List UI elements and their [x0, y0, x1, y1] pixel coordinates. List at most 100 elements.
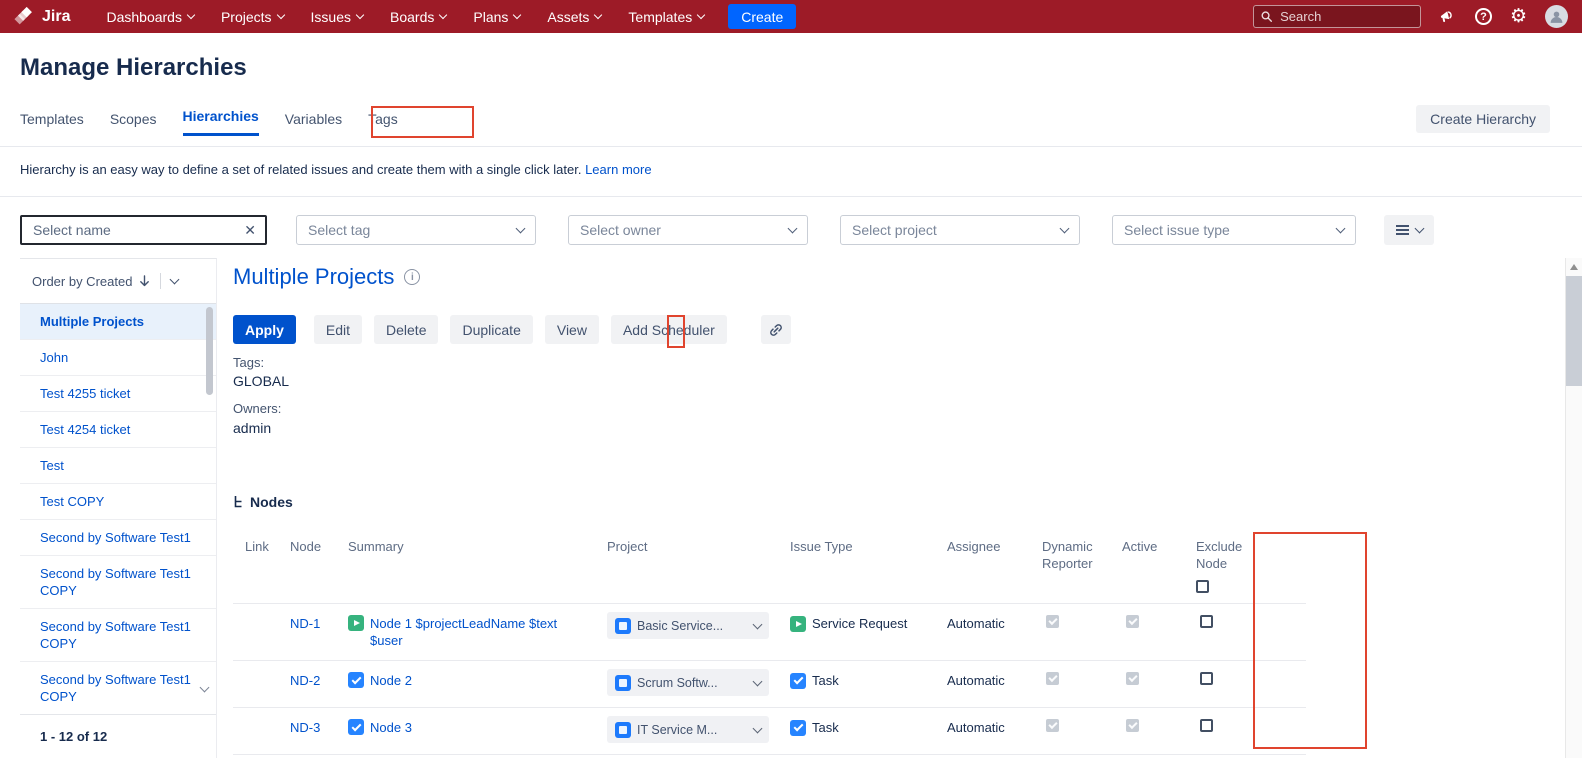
project-avatar-icon	[615, 618, 631, 634]
apply-button[interactable]: Apply	[233, 315, 296, 344]
col-header-dynamic-reporter: Dynamic Reporter	[1042, 538, 1122, 572]
tab-variables[interactable]: Variables	[285, 111, 342, 136]
edit-button[interactable]: Edit	[314, 315, 362, 344]
learn-more-link[interactable]: Learn more	[585, 162, 651, 177]
nav-item-projects[interactable]: Projects	[221, 9, 284, 25]
node-summary-link[interactable]: Node 2	[370, 672, 412, 689]
hierarchy-list-item[interactable]: Second by Software Test1 COPY	[20, 556, 216, 609]
issue-type-value: Task	[812, 672, 839, 689]
chevron-down-icon	[753, 619, 763, 629]
divider	[160, 273, 161, 289]
active-checkbox	[1126, 719, 1139, 732]
megaphone-icon[interactable]	[1439, 9, 1457, 25]
issue-type-filter-select[interactable]: Select issue type	[1112, 215, 1356, 245]
project-dropdown[interactable]: IT Service M...	[607, 716, 769, 743]
chevron-down-icon	[697, 11, 705, 19]
tags-label: Tags:	[233, 355, 264, 370]
hierarchy-list-item[interactable]: Test COPY	[20, 484, 216, 520]
order-by-label: Order by Created	[32, 274, 132, 289]
issue-type-filter-placeholder: Select issue type	[1124, 222, 1337, 238]
jira-logo-icon	[14, 6, 35, 27]
create-button[interactable]: Create	[728, 4, 796, 29]
hierarchy-list-item[interactable]: Test	[20, 448, 216, 484]
user-avatar[interactable]	[1545, 5, 1568, 28]
nav-item-dashboards[interactable]: Dashboards	[106, 9, 194, 25]
topbar-right: ? ⚙	[1253, 5, 1568, 28]
owners-value: admin	[233, 420, 271, 436]
tab-scopes[interactable]: Scopes	[110, 111, 157, 136]
scroll-up-arrow[interactable]	[1570, 264, 1578, 270]
col-header-active: Active	[1122, 538, 1196, 555]
tag-filter-select[interactable]: Select tag	[296, 215, 536, 245]
nav-item-boards[interactable]: Boards	[390, 9, 446, 25]
help-icon[interactable]: ?	[1475, 8, 1492, 25]
order-by-control[interactable]: Order by Created	[20, 259, 216, 304]
exclude-node-checkbox[interactable]	[1200, 719, 1213, 732]
name-filter: ✕	[20, 215, 267, 245]
info-icon[interactable]: i	[404, 269, 420, 285]
scrollbar-thumb[interactable]	[1566, 276, 1582, 386]
table-row: ND-1 Node 1 $projectLeadName $text $user B…	[233, 604, 1306, 661]
exclude-all-checkbox[interactable]	[1196, 580, 1209, 593]
project-avatar-icon	[615, 722, 631, 738]
filters-bar: ✕ Select tag Select owner Select project…	[0, 215, 1582, 247]
hierarchy-list-item[interactable]: Test 4255 ticket	[20, 376, 216, 412]
node-key-link[interactable]: ND-3	[290, 720, 320, 735]
hierarchy-list-item[interactable]: Second by Software Test1 COPY	[20, 662, 216, 715]
clear-icon[interactable]: ✕	[244, 223, 256, 237]
action-buttons: Apply Edit Delete Duplicate View Add Sch…	[233, 315, 791, 344]
sidebar-scrollbar[interactable]	[206, 307, 213, 395]
view-button[interactable]: View	[545, 315, 599, 344]
name-filter-input[interactable]	[31, 221, 244, 239]
add-scheduler-button[interactable]: Add Scheduler	[611, 315, 727, 344]
duplicate-button[interactable]: Duplicate	[450, 315, 532, 344]
create-hierarchy-button[interactable]: Create Hierarchy	[1416, 105, 1550, 133]
chevron-down-icon	[1336, 224, 1346, 234]
task-icon	[348, 672, 364, 688]
copy-link-button[interactable]	[761, 315, 791, 344]
project-dropdown-value: Basic Service...	[637, 619, 748, 633]
list-actions-button[interactable]	[1384, 215, 1434, 245]
delete-button[interactable]: Delete	[374, 315, 438, 344]
nodes-heading-text: Nodes	[250, 494, 293, 510]
project-dropdown[interactable]: Basic Service...	[607, 612, 769, 639]
node-summary-link[interactable]: Node 3	[370, 719, 412, 736]
chevron-down-icon[interactable]	[170, 275, 180, 285]
table-row: ND-2Node 2Scrum Softw...TaskAutomatic	[233, 661, 1306, 708]
hierarchy-list-item[interactable]: Test 4254 ticket	[20, 412, 216, 448]
hierarchy-list-item[interactable]: Multiple Projects	[20, 304, 216, 340]
hierarchy-sidebar: Order by Created Multiple ProjectsJohnTe…	[20, 258, 217, 758]
exclude-node-checkbox[interactable]	[1200, 672, 1213, 685]
tab-hierarchies[interactable]: Hierarchies	[183, 108, 259, 136]
exclude-node-checkbox[interactable]	[1200, 615, 1213, 628]
page-scrollbar[interactable]	[1565, 258, 1582, 758]
hierarchy-title: Multiple Projects	[233, 264, 394, 290]
issue-type-value: Service Request	[812, 615, 907, 632]
project-dropdown[interactable]: Scrum Softw...	[607, 669, 769, 696]
node-summary-link[interactable]: Node 1 $projectLeadName $text $user	[370, 615, 582, 649]
owner-filter-select[interactable]: Select owner	[568, 215, 808, 245]
nav-item-assets[interactable]: Assets	[547, 9, 601, 25]
hierarchy-list-item[interactable]: John	[20, 340, 216, 376]
gear-icon[interactable]: ⚙	[1510, 7, 1527, 26]
nodes-heading: Nodes	[233, 494, 293, 510]
search-input[interactable]	[1278, 8, 1413, 25]
nav-item-issues[interactable]: Issues	[311, 9, 363, 25]
col-header-issue-type: Issue Type	[790, 538, 947, 555]
search-box[interactable]	[1253, 5, 1421, 28]
nav-item-templates[interactable]: Templates	[628, 9, 704, 25]
hierarchy-list-item[interactable]: Second by Software Test1	[20, 520, 216, 556]
chevron-down-icon	[1060, 224, 1070, 234]
node-key-link[interactable]: ND-1	[290, 616, 320, 631]
node-key-link[interactable]: ND-2	[290, 673, 320, 688]
tab-templates[interactable]: Templates	[20, 111, 84, 136]
nav-item-plans[interactable]: Plans	[473, 9, 520, 25]
tab-tags[interactable]: Tags	[368, 111, 398, 136]
chevron-down-icon	[187, 11, 195, 19]
tag-filter-placeholder: Select tag	[308, 222, 517, 238]
hierarchy-list-item[interactable]: Second by Software Test1 COPY	[20, 609, 216, 662]
col-header-link: Link	[245, 538, 290, 555]
project-filter-select[interactable]: Select project	[840, 215, 1080, 245]
chevron-down-icon	[788, 224, 798, 234]
jira-logo[interactable]: Jira	[14, 6, 70, 27]
